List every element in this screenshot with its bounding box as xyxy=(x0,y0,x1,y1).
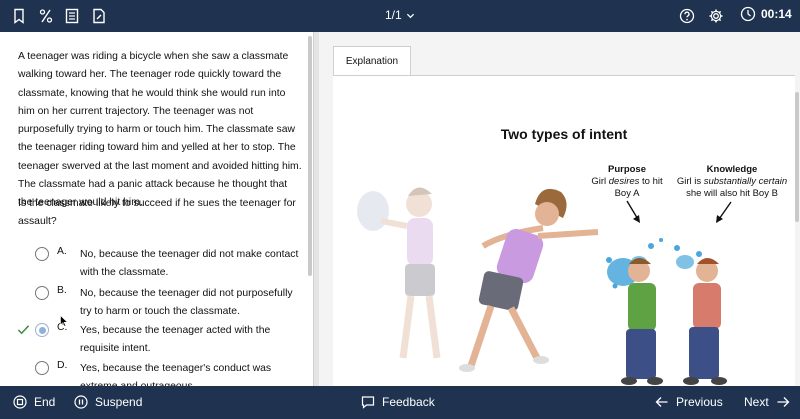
arrow-right-icon xyxy=(777,397,790,407)
girl-figure xyxy=(459,188,599,372)
question-stem: A teenager was riding a bicycle when she… xyxy=(18,51,302,209)
choice-text: No, because the teenager did not make co… xyxy=(80,249,299,278)
question-panel: A teenager was riding a bicycle when she… xyxy=(0,32,313,386)
end-button[interactable]: End xyxy=(13,395,55,409)
bookmark-icon[interactable] xyxy=(9,6,29,26)
answer-choice-d[interactable]: D. Yes, because the teenager's conduct w… xyxy=(0,359,313,386)
choice-letter: B. xyxy=(57,285,67,296)
feedback-label: Feedback xyxy=(382,395,435,409)
stop-icon xyxy=(13,395,27,409)
purpose-heading: Purpose xyxy=(607,164,646,175)
tab-explanation[interactable]: Explanation xyxy=(333,46,411,76)
knowledge-arrow xyxy=(716,201,732,223)
purpose-text-line2: Boy A xyxy=(614,188,640,199)
radio-button[interactable] xyxy=(35,247,49,261)
purpose-label: Purpose Girl desires to hit Boy A xyxy=(581,164,673,200)
page-indicator-label: 1/1 xyxy=(385,8,402,22)
illustration-title: Two types of intent xyxy=(500,126,628,142)
correct-check-icon xyxy=(17,325,30,335)
percent-icon[interactable] xyxy=(36,6,56,26)
choice-text: Yes, because the teenager acted with the… xyxy=(80,325,271,354)
answer-choice-c[interactable]: C. Yes, because the teenager acted with … xyxy=(0,321,313,357)
ghost-girl-figure xyxy=(357,187,441,359)
next-button[interactable]: Next xyxy=(744,395,790,409)
suspend-button[interactable]: Suspend xyxy=(74,395,142,409)
purpose-arrowhead xyxy=(633,215,640,223)
suspend-label: Suspend xyxy=(95,395,143,409)
answer-choice-a[interactable]: A. No, because the teenager did not make… xyxy=(0,245,313,281)
knowledge-text-line2: she will also hit Boy B xyxy=(686,188,778,199)
question-scrollbar[interactable] xyxy=(308,36,312,276)
choice-text: No, because the teenager did not purpose… xyxy=(80,288,293,317)
page-indicator[interactable]: 1/1 xyxy=(385,8,415,22)
question-prompt: Is the classmate likely to succeed if he… xyxy=(18,198,296,228)
knowledge-text-a: Girl is xyxy=(676,176,704,187)
purpose-text-a: Girl xyxy=(591,176,609,187)
purpose-arrow xyxy=(626,200,640,222)
intent-illustration xyxy=(357,187,732,385)
notebook-icon[interactable] xyxy=(62,6,82,26)
purpose-text-b: to hit xyxy=(639,176,663,187)
chevron-down-icon xyxy=(406,13,414,18)
answer-choice-b[interactable]: B. No, because the teenager did not purp… xyxy=(0,284,313,320)
feedback-icon xyxy=(361,396,375,409)
mouse-cursor-icon xyxy=(60,315,68,327)
knowledge-heading: Knowledge xyxy=(706,164,758,175)
radio-button[interactable] xyxy=(35,361,49,375)
knowledge-arrowhead xyxy=(716,215,723,223)
boy-b-figure xyxy=(683,258,727,385)
knowledge-label: Knowledge Girl is substantially certain … xyxy=(669,164,795,200)
arrow-left-icon xyxy=(655,397,668,407)
explanation-content: Two types of intent Purpose Girl desires… xyxy=(333,76,795,386)
clock-icon xyxy=(740,6,756,22)
top-toolbar: 1/1 00:14 xyxy=(0,0,800,32)
edit-document-icon[interactable] xyxy=(89,6,109,26)
exam-timer: 00:14 xyxy=(740,6,792,22)
knowledge-text-em: substantially certain xyxy=(703,176,788,187)
choice-letter: A. xyxy=(57,246,67,257)
help-icon[interactable] xyxy=(677,6,697,26)
next-label: Next xyxy=(744,395,769,409)
radio-button-selected[interactable] xyxy=(35,323,49,337)
previous-label: Previous xyxy=(676,395,723,409)
purpose-text-em: desires xyxy=(608,176,640,187)
explanation-scrollbar[interactable] xyxy=(795,92,799,222)
explanation-panel: Explanation Two types of intent Purpose … xyxy=(319,32,800,386)
end-label: End xyxy=(34,395,56,409)
boy-a-figure xyxy=(621,258,663,385)
pause-icon xyxy=(74,395,88,409)
choice-letter: D. xyxy=(57,360,68,371)
gear-icon[interactable] xyxy=(706,6,726,26)
bottom-toolbar: End Suspend Feedback Previous Next xyxy=(0,386,800,419)
choice-text: Yes, because the teenager's conduct was … xyxy=(80,363,272,386)
radio-button[interactable] xyxy=(35,286,49,300)
water-splash xyxy=(606,238,706,289)
previous-button[interactable]: Previous xyxy=(655,395,723,409)
timer-value: 00:14 xyxy=(761,7,792,21)
feedback-button[interactable]: Feedback xyxy=(361,395,435,409)
